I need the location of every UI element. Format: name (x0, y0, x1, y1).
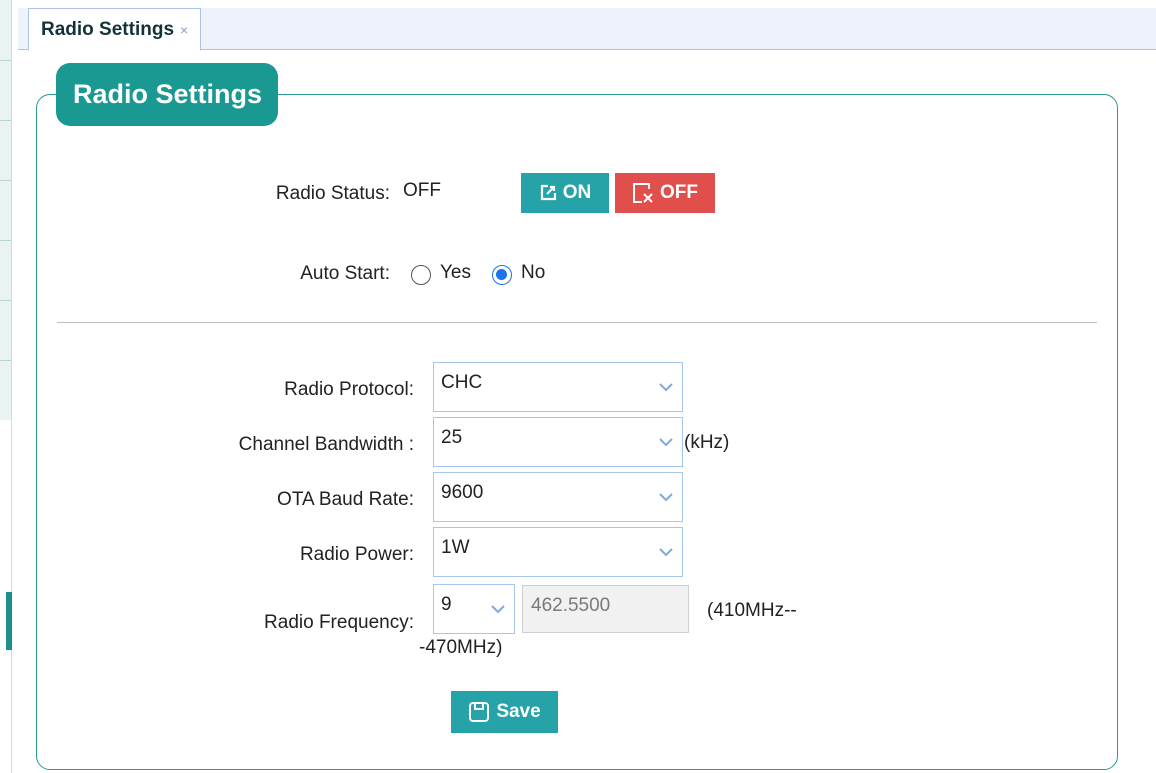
radio-status-label: Radio Status: (275, 183, 390, 204)
chevron-down-icon (659, 438, 673, 447)
channel-bandwidth-select[interactable]: 25 (433, 417, 683, 467)
radio-frequency-label: Radio Frequency: (264, 612, 414, 633)
edit-square-icon (540, 184, 556, 201)
ota-baud-rate-label: OTA Baud Rate: (277, 489, 414, 510)
chevron-down-icon (659, 493, 673, 502)
frequency-channel-value: 9 (441, 594, 452, 615)
radio-protocol-select[interactable]: CHC (433, 362, 683, 412)
channel-bandwidth-value: 25 (441, 427, 463, 448)
radio-power-select[interactable]: 1W (433, 527, 683, 577)
off-button[interactable]: OFF (615, 173, 715, 213)
on-button[interactable]: ON (521, 173, 609, 213)
panel-title: Radio Settings (56, 63, 278, 126)
save-button[interactable]: Save (451, 691, 558, 733)
close-icon[interactable]: × (180, 22, 188, 38)
tab-bar: Radio Settings × (18, 8, 1156, 51)
auto-start-yes-label: Yes (440, 262, 471, 283)
close-square-icon (633, 183, 653, 203)
chevron-down-icon (659, 548, 673, 557)
floppy-disk-icon (469, 702, 490, 722)
auto-start-label: Auto Start: (300, 263, 390, 284)
auto-start-no-label: No (521, 262, 546, 283)
radio-protocol-label: Radio Protocol: (284, 379, 414, 400)
frequency-input[interactable]: 462.5500 (522, 585, 689, 633)
tab-label: Radio Settings (41, 18, 175, 40)
ota-baud-rate-value: 9600 (441, 482, 484, 503)
radio-status-value: OFF (403, 180, 441, 201)
ota-baud-rate-select[interactable]: 9600 (433, 472, 683, 522)
auto-start-no-radio[interactable] (492, 265, 512, 285)
sidebar-strip (0, 0, 12, 773)
divider (57, 322, 1097, 323)
channel-bandwidth-label: Channel Bandwidth : (238, 434, 414, 455)
save-button-label: Save (496, 701, 541, 722)
off-button-label: OFF (660, 182, 698, 203)
on-button-label: ON (562, 182, 592, 203)
radio-power-label: Radio Power: (299, 544, 414, 565)
chevron-down-icon (659, 383, 673, 392)
frequency-range-start: (410MHz-- (707, 600, 797, 621)
auto-start-yes-radio[interactable] (411, 265, 431, 285)
frequency-channel-select[interactable]: 9 (433, 584, 515, 634)
chevron-down-icon (491, 605, 505, 614)
frequency-range-end: -470MHz) (419, 637, 503, 658)
radio-power-value: 1W (441, 537, 470, 558)
tab-radio-settings[interactable]: Radio Settings × (28, 8, 202, 51)
channel-bandwidth-unit: (kHz) (684, 432, 730, 453)
sidebar-active-indicator (6, 592, 12, 650)
radio-protocol-value: CHC (441, 372, 483, 393)
